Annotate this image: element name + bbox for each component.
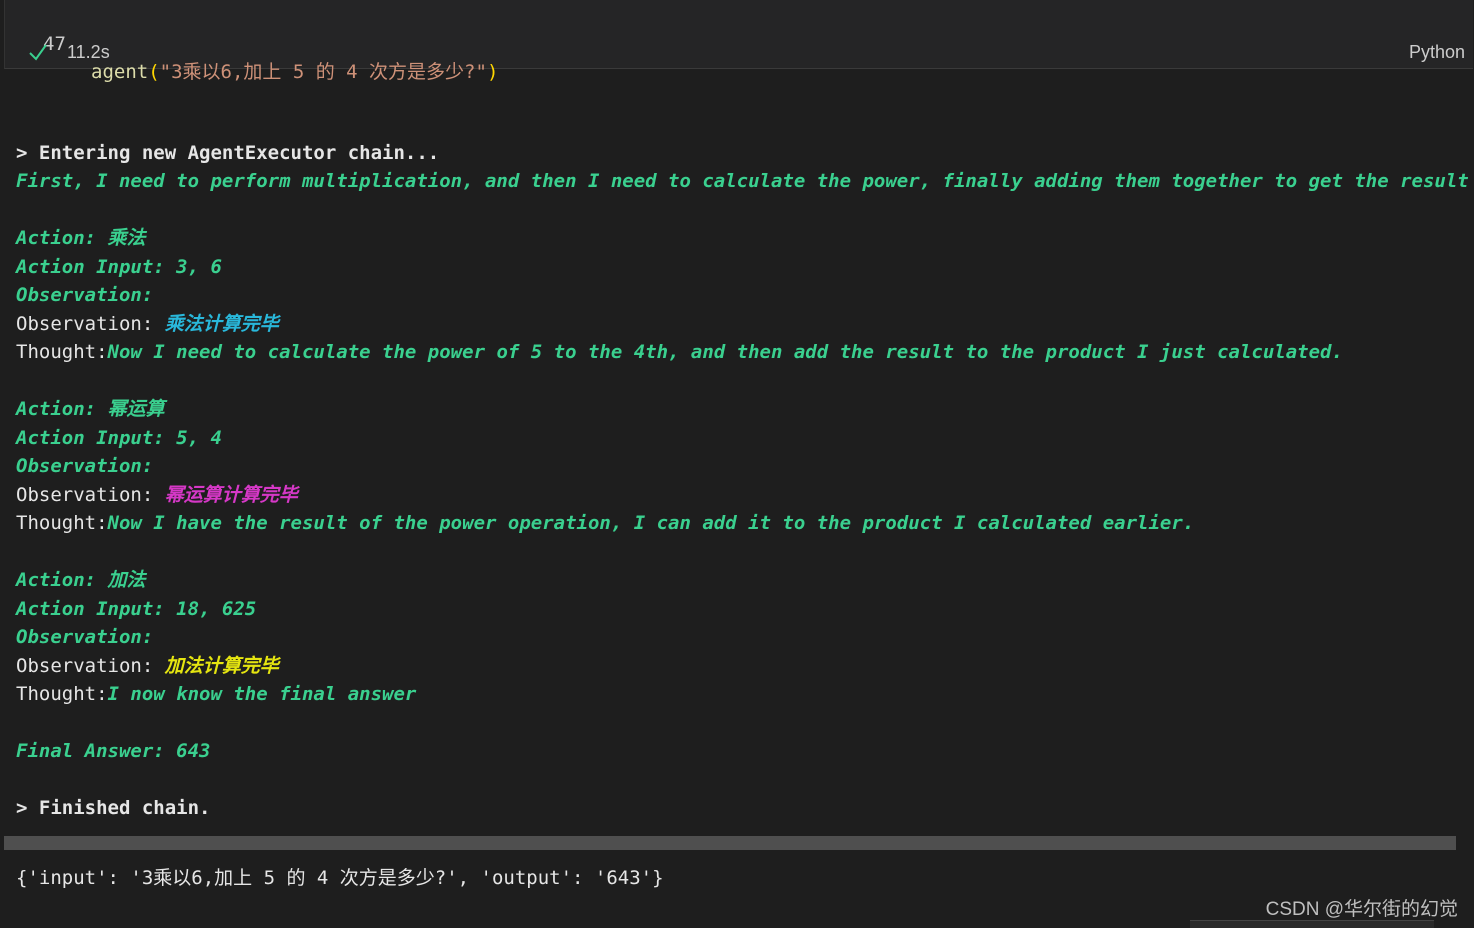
thought-text: I now know the final answer	[107, 683, 417, 705]
watermark: CSDN @华尔街的幻觉	[1265, 899, 1458, 920]
thought-text: Now I have the result of the power opera…	[107, 512, 1195, 534]
observation-value: 乘法计算完毕	[164, 313, 279, 335]
action-line: Action: 幂运算	[16, 398, 165, 420]
execution-status: 11.2s Python	[5, 38, 1473, 66]
observation-label-line: Observation:	[16, 284, 154, 306]
action-input-line: Action Input: 5, 4	[16, 427, 222, 449]
action-input-line: Action Input: 18, 625	[16, 598, 257, 620]
action-line: Action: 加法	[16, 569, 146, 591]
observation-line: Observation: 乘法计算完毕	[16, 310, 279, 338]
thought-prefix: Thought:	[16, 683, 108, 705]
thought-text: Now I need to calculate the power of 5 t…	[107, 341, 1343, 363]
chain-finished-line: > Finished chain.	[16, 797, 211, 819]
thought-line: Thought:Now I need to calculate the powe…	[16, 338, 1343, 366]
observation-label-line: Observation:	[16, 455, 154, 477]
first-thought-line: First, I need to perform multiplication,…	[16, 170, 1469, 192]
observation-prefix: Observation:	[16, 484, 165, 506]
final-answer-line: Final Answer: 643	[16, 740, 211, 762]
thought-line: Thought:Now I have the result of the pow…	[16, 509, 1194, 537]
horizontal-scrollbar[interactable]	[4, 836, 1456, 850]
observation-prefix: Observation:	[16, 655, 165, 677]
output-result: {'input': '3乘以6,加上 5 的 4 次方是多少?', 'outpu…	[16, 867, 664, 889]
thought-line: Thought:I now know the final answer	[16, 680, 416, 708]
observation-value: 加法计算完毕	[164, 655, 279, 677]
observation-prefix: Observation:	[16, 313, 165, 335]
observation-value: 幂运算计算完毕	[164, 484, 298, 506]
action-line: Action: 乘法	[16, 227, 146, 249]
chain-start-line: > Entering new AgentExecutor chain...	[16, 142, 440, 164]
thought-prefix: Thought:	[16, 341, 108, 363]
observation-line: Observation: 加法计算完毕	[16, 652, 279, 680]
thought-prefix: Thought:	[16, 512, 108, 534]
observation-label-line: Observation:	[16, 626, 154, 648]
language-selector[interactable]: Python	[1409, 42, 1465, 63]
checkmark-icon	[29, 44, 47, 61]
execution-time: 11.2s	[67, 42, 110, 62]
code-line[interactable]: 47 agent("3乘以6,加上 5 的 4 次方是多少?")	[5, 2, 498, 83]
observation-line: Observation: 幂运算计算完毕	[16, 481, 298, 509]
code-cell[interactable]: 47 agent("3乘以6,加上 5 的 4 次方是多少?") 11.2s P…	[4, 0, 1473, 83]
action-input-line: Action Input: 3, 6	[16, 256, 222, 278]
